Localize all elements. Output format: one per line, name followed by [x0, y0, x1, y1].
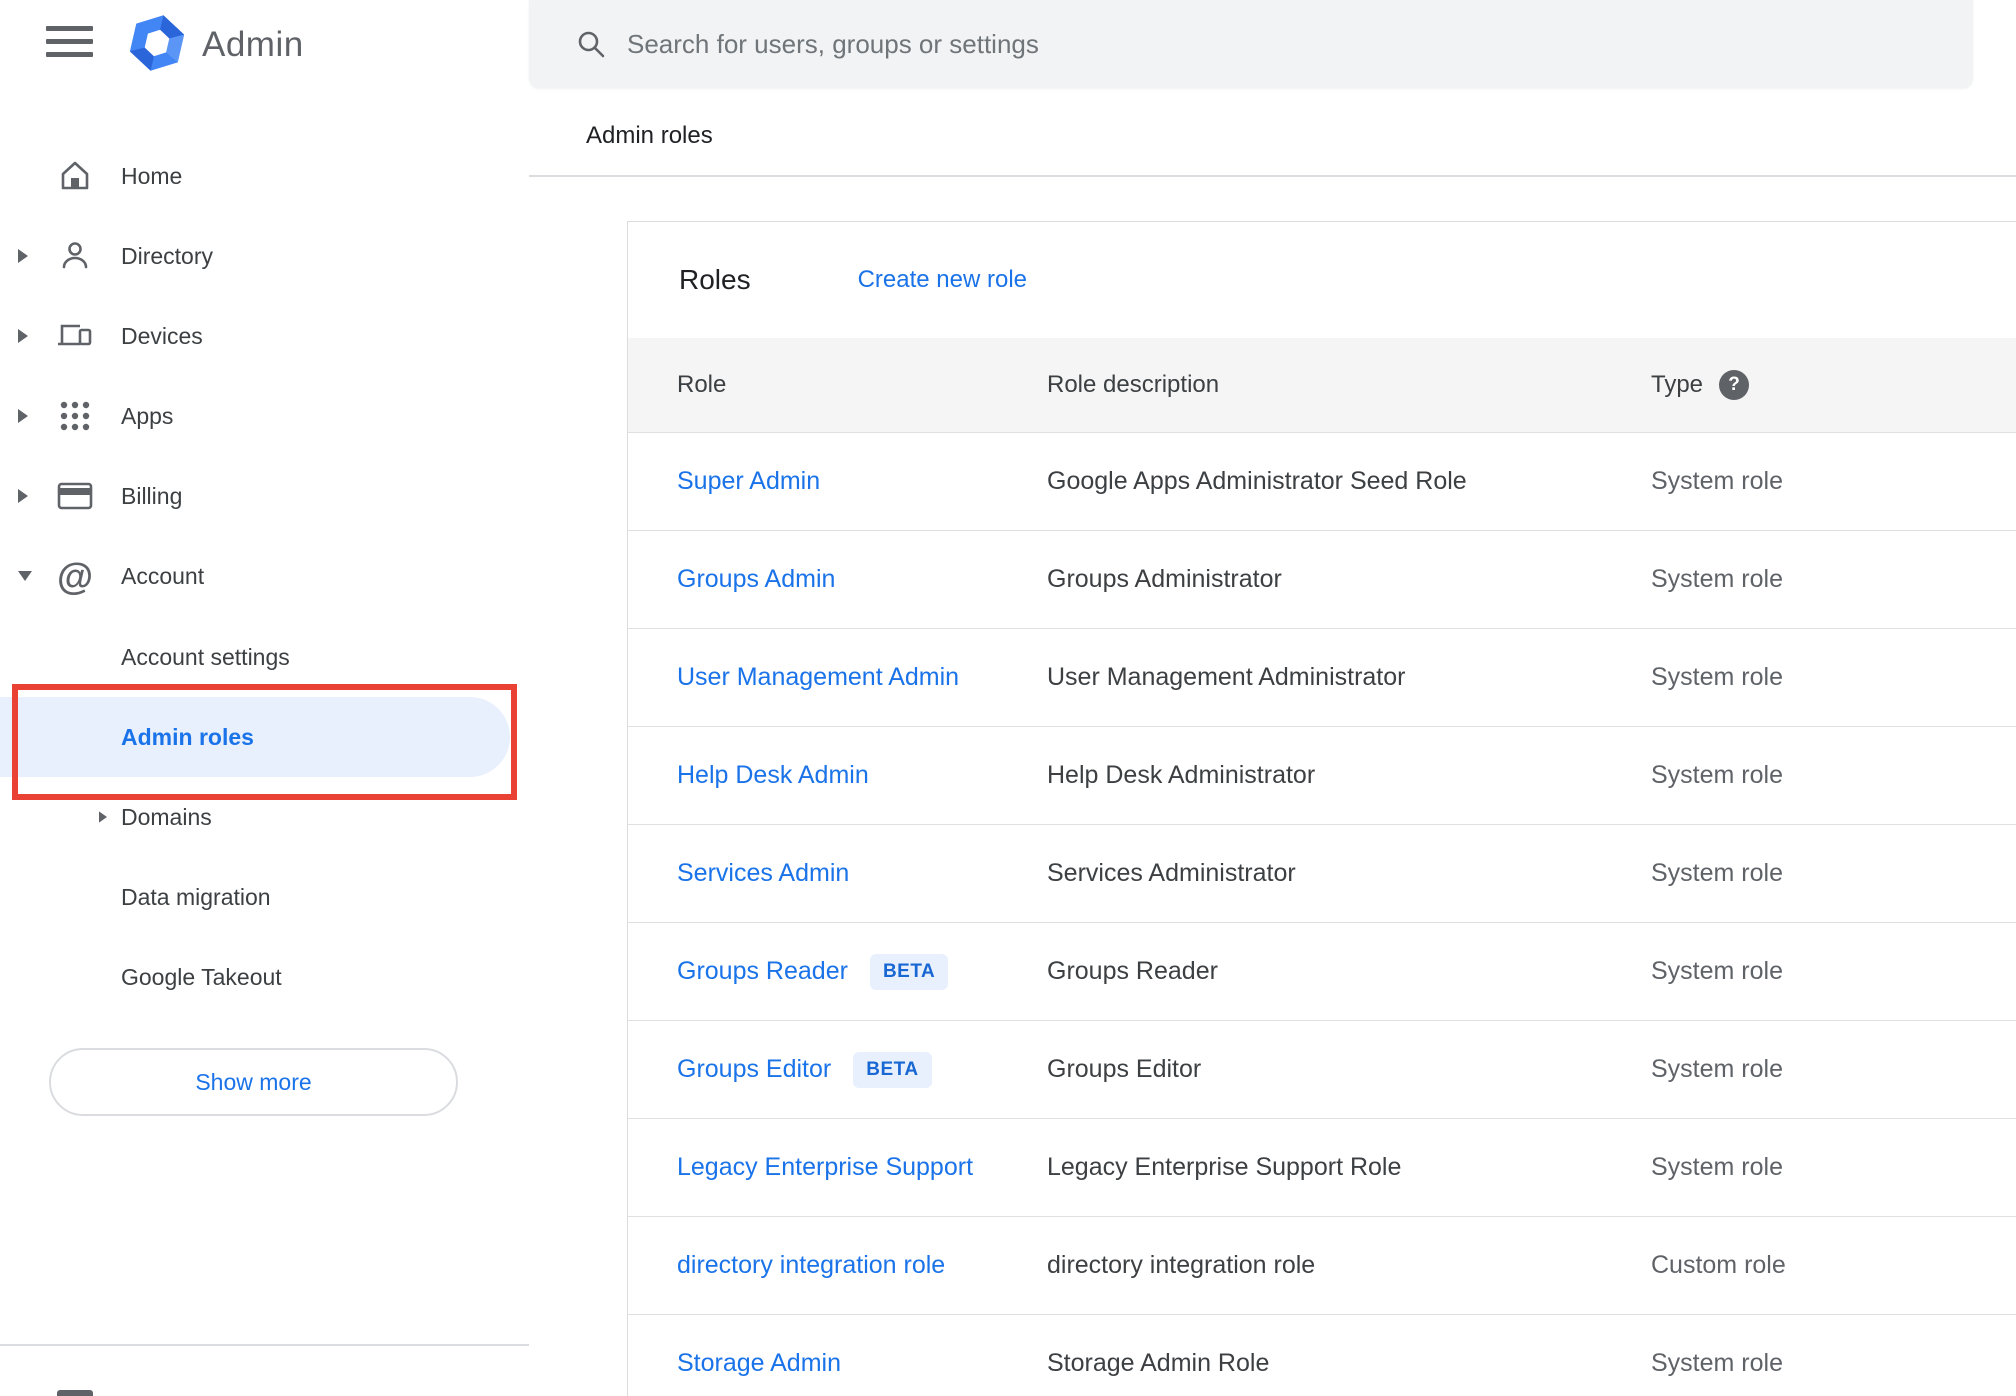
beta-badge: BETA [853, 1051, 932, 1088]
sidebar-item-label: Directory [121, 242, 214, 269]
sidebar-subitem-label: Admin roles [121, 723, 254, 750]
table-row: Help Desk Admin Help Desk Administrator … [628, 727, 2016, 825]
table-row: Groups Admin Groups Administrator System… [628, 531, 2016, 629]
role-type-cell: System role [1651, 663, 1783, 691]
role-type-cell: System role [1651, 957, 1783, 985]
sidebar-subitem-label: Domains [121, 803, 212, 830]
sidebar-item-directory[interactable]: Directory [0, 216, 529, 296]
role-type-cell: System role [1651, 565, 1783, 593]
breadcrumb: Admin roles [586, 122, 713, 149]
table-row: Services Admin Services Administrator Sy… [628, 825, 2016, 923]
role-type-cell: System role [1651, 1153, 1783, 1181]
sidebar-subitem-label: Account settings [121, 643, 290, 670]
sidebar-bottom-divider [0, 1344, 529, 1346]
role-link[interactable]: Storage Admin [677, 1349, 841, 1378]
sidebar-item-label: Home [121, 162, 183, 189]
product-name: Admin [202, 25, 304, 64]
sidebar-item-devices[interactable]: Devices [0, 296, 529, 376]
search-input[interactable] [625, 27, 1973, 61]
role-description-cell: Storage Admin Role [1047, 1349, 1270, 1377]
sidebar-item-home[interactable]: Home [0, 136, 529, 216]
roles-card: Roles Create new role Role Role descript… [627, 221, 2016, 1396]
role-link[interactable]: Help Desk Admin [677, 761, 869, 790]
hamburger-menu-icon[interactable] [46, 24, 93, 60]
table-row: Super Admin Google Apps Administrator Se… [628, 433, 2016, 531]
role-type-cell: System role [1651, 1055, 1783, 1083]
role-link[interactable]: directory integration role [677, 1251, 945, 1280]
header-divider [529, 175, 2016, 177]
roles-table-body: Super Admin Google Apps Administrator Se… [628, 433, 2016, 1396]
expand-right-icon[interactable] [18, 329, 28, 343]
role-link[interactable]: Groups Editor [677, 1055, 831, 1084]
at-icon: @ [56, 555, 94, 597]
directory-icon [56, 237, 94, 275]
column-header-role: Role [677, 371, 727, 398]
role-description-cell: Services Administrator [1047, 859, 1296, 887]
role-type-cell: System role [1651, 1349, 1783, 1377]
role-description-cell: Groups Administrator [1047, 565, 1282, 593]
role-type-cell: Custom role [1651, 1251, 1786, 1279]
sidebar-item-billing[interactable]: Billing [0, 456, 529, 536]
column-header-type: Type ? [1602, 370, 2016, 400]
apps-icon [56, 397, 94, 435]
roles-card-header: Roles Create new role [628, 222, 2016, 338]
admin-logo[interactable]: Admin [126, 13, 304, 77]
role-link[interactable]: Super Admin [677, 467, 820, 496]
table-header-row: Role Role description Type ? [628, 338, 2016, 433]
create-new-role-link[interactable]: Create new role [858, 266, 1027, 294]
devices-icon [56, 317, 94, 355]
cutoff-bottom-icon [57, 1390, 93, 1396]
role-type-cell: System role [1651, 467, 1783, 495]
sidebar-subitem-google-takeout[interactable]: Google Takeout [0, 937, 529, 1017]
sidebar-item-label: Devices [121, 322, 203, 349]
sidebar-item-account[interactable]: @ Account [0, 536, 529, 616]
sidebar-item-label: Apps [121, 402, 174, 429]
sidebar-item-label: Account [121, 562, 205, 589]
sidebar-subitem-label: Google Takeout [121, 963, 282, 990]
table-row: User Management Admin User Management Ad… [628, 629, 2016, 727]
expand-right-icon[interactable] [18, 249, 28, 263]
sidebar-subitem-account-settings[interactable]: Account settings [0, 617, 529, 697]
sidebar-item-label: Billing [121, 482, 183, 509]
role-description-cell: directory integration role [1047, 1251, 1316, 1279]
search-bar[interactable] [529, 0, 1973, 88]
column-header-role-description: Role description [1047, 371, 1220, 398]
table-row: directory integration role directory int… [628, 1217, 2016, 1315]
sidebar-subitem-domains[interactable]: Domains [0, 777, 529, 857]
roles-title: Roles [679, 264, 751, 295]
billing-icon [56, 477, 94, 515]
beta-badge: BETA [869, 953, 949, 990]
table-row: Groups Editor BETA Groups Editor System r… [628, 1021, 2016, 1119]
collapse-down-icon[interactable] [18, 571, 32, 581]
role-description-cell: User Management Administrator [1047, 663, 1406, 691]
role-description-cell: Google Apps Administrator Seed Role [1047, 467, 1467, 495]
role-description-cell: Groups Reader [1047, 957, 1218, 985]
role-description-cell: Groups Editor [1047, 1055, 1202, 1083]
role-description-cell: Help Desk Administrator [1047, 761, 1316, 789]
admin-console-screen: Admin Admin roles Home Directory Devices Ap… [0, 0, 2016, 1396]
role-link[interactable]: Services Admin [677, 859, 849, 888]
search-icon [575, 28, 607, 60]
sidebar-subitem-admin-roles[interactable]: Admin roles [0, 697, 529, 777]
expand-right-icon[interactable] [18, 489, 28, 503]
role-link[interactable]: Groups Reader [677, 957, 848, 986]
role-link[interactable]: User Management Admin [677, 663, 959, 692]
type-help-icon[interactable]: ? [1719, 370, 1750, 400]
sidebar-item-apps[interactable]: Apps [0, 376, 529, 456]
role-link[interactable]: Groups Admin [677, 565, 835, 594]
role-description-cell: Legacy Enterprise Support Role [1047, 1153, 1402, 1181]
role-type-cell: System role [1651, 761, 1783, 789]
table-row: Legacy Enterprise Support Legacy Enterpr… [628, 1119, 2016, 1217]
show-more-button[interactable]: Show more [49, 1048, 458, 1116]
table-row: Storage Admin Storage Admin Role System … [628, 1315, 2016, 1396]
home-icon [56, 157, 94, 195]
table-row: Groups Reader BETA Groups Reader System r… [628, 923, 2016, 1021]
sidebar-subitem-data-migration[interactable]: Data migration [0, 857, 529, 937]
expand-right-icon[interactable] [18, 409, 28, 423]
role-link[interactable]: Legacy Enterprise Support [677, 1153, 973, 1182]
admin-hexagon-logo-icon [126, 12, 188, 79]
role-type-cell: System role [1651, 859, 1783, 887]
sidebar-subitem-label: Data migration [121, 883, 271, 910]
expand-right-icon[interactable] [99, 811, 107, 823]
